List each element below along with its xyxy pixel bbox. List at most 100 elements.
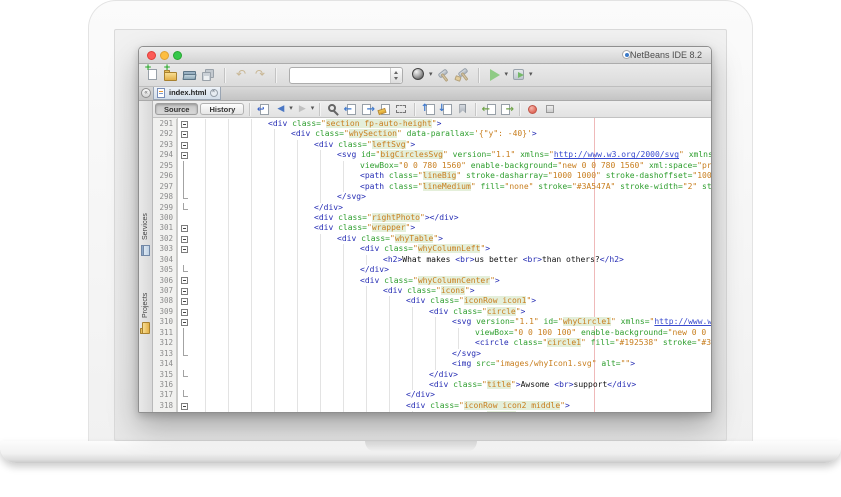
code-line[interactable]: 299</div> <box>153 203 711 213</box>
toggle-highlight-icon[interactable] <box>377 102 392 117</box>
code-text[interactable]: <div class="whyColumnCenter"> <box>191 276 711 286</box>
sidebar-item-services[interactable]: Services <box>140 196 152 256</box>
code-line[interactable]: 298</svg> <box>153 192 711 202</box>
rect-selection-icon[interactable] <box>394 102 409 117</box>
dropdown-caret-icon[interactable]: ▾ <box>505 67 509 83</box>
code-text[interactable]: </svg> <box>191 349 711 359</box>
debug-project-icon[interactable] <box>511 67 527 83</box>
fold-box-icon[interactable] <box>177 129 191 139</box>
code-text[interactable]: <div class="whySection" data-parallax='{… <box>191 129 711 139</box>
code-text[interactable]: <img src="images/whyIcon1.svg" alt=""> <box>191 359 711 369</box>
code-text[interactable]: viewBox="0 0 780 1560" enable-background… <box>191 161 711 171</box>
combo-stepper-icon[interactable] <box>390 68 402 83</box>
fold-box-icon[interactable] <box>177 411 191 412</box>
code-text[interactable]: </div> <box>191 203 711 213</box>
jump-back-icon[interactable]: ◀ <box>273 102 288 117</box>
undo-icon[interactable]: ↶ <box>233 67 249 83</box>
find-icon[interactable] <box>326 102 341 117</box>
run-project-icon[interactable] <box>487 67 503 83</box>
close-window-button[interactable] <box>147 51 156 60</box>
code-text[interactable]: <div class="whyTable"> <box>191 234 711 244</box>
code-line[interactable]: 301<div class="wrapper"> <box>153 223 711 233</box>
code-text[interactable]: </div> <box>191 370 711 380</box>
fold-box-icon[interactable] <box>177 296 191 306</box>
code-line[interactable]: 304<h2>What makes <br>us better <br>than… <box>153 255 711 265</box>
shift-left-icon[interactable]: ← <box>482 102 497 117</box>
code-line[interactable]: 296<path class="lineBig" stroke-dasharra… <box>153 171 711 181</box>
shift-right-icon[interactable]: → <box>499 102 514 117</box>
fold-box-icon[interactable] <box>177 150 191 160</box>
code-text[interactable]: <div class="whyColumnLeft"> <box>191 244 711 254</box>
code-line[interactable]: 318<div class="iconRow icon2 middle"> <box>153 401 711 411</box>
code-text[interactable]: <h2>What makes <br>us better <br>than ot… <box>191 255 711 265</box>
stop-macro-icon[interactable] <box>543 102 558 117</box>
code-line[interactable]: 291<div class="section fp-auto-height"> <box>153 119 711 129</box>
code-line[interactable]: 308<div class="iconRow icon1"> <box>153 296 711 306</box>
code-text[interactable]: <div class="title">Awsome <br>support</d… <box>191 380 711 390</box>
fold-box-icon[interactable] <box>177 286 191 296</box>
zoom-window-button[interactable] <box>173 51 182 60</box>
fold-box-icon[interactable] <box>177 119 191 129</box>
code-text[interactable]: <div class="icons"> <box>191 286 711 296</box>
fold-box-icon[interactable] <box>177 317 191 327</box>
fold-box-icon[interactable] <box>177 223 191 233</box>
dropdown-caret-icon[interactable]: ▾ <box>289 101 293 117</box>
code-line[interactable]: 295viewBox="0 0 780 1560" enable-backgro… <box>153 161 711 171</box>
code-text[interactable]: <div class="section fp-auto-height"> <box>191 119 711 129</box>
code-line[interactable]: 294<svg id="bigCirclesSvg" version="1.1"… <box>153 150 711 160</box>
fold-box-icon[interactable] <box>177 244 191 254</box>
code-text[interactable]: <path class="lineBig" stroke-dasharray="… <box>191 171 711 181</box>
minimize-window-button[interactable] <box>160 51 169 60</box>
browser-config-icon[interactable] <box>411 67 427 83</box>
code-text[interactable]: <div class="circle"> <box>191 307 711 317</box>
code-line[interactable]: 313</svg> <box>153 349 711 359</box>
title-bar[interactable]: NetBeans IDE 8.2 <box>139 47 711 64</box>
save-all-icon[interactable] <box>201 67 217 83</box>
code-line[interactable]: 297<path class="lineMedium" fill="none" … <box>153 182 711 192</box>
code-text[interactable]: <div class="wrapper"> <box>191 223 711 233</box>
code-line[interactable]: 303<div class="whyColumnLeft"> <box>153 244 711 254</box>
build-project-icon[interactable] <box>436 67 452 83</box>
last-edit-position-icon[interactable]: ↩ <box>256 102 271 117</box>
jump-forward-icon[interactable]: ▶ <box>295 102 310 117</box>
code-line[interactable]: 306<div class="whyColumnCenter"> <box>153 276 711 286</box>
tab-index-html[interactable]: index.html × <box>153 87 221 100</box>
code-line[interactable]: 319<div class="circle"> <box>153 411 711 412</box>
find-previous-icon[interactable]: ← <box>343 102 358 117</box>
code-text[interactable]: </svg> <box>191 192 711 202</box>
code-line[interactable]: 311viewBox="0 0 100 100" enable-backgrou… <box>153 328 711 338</box>
record-macro-icon[interactable] <box>526 102 541 117</box>
code-line[interactable]: 292<div class="whySection" data-parallax… <box>153 129 711 139</box>
code-line[interactable]: 310<svg version="1.1" id="whyCircle1" xm… <box>153 317 711 327</box>
toggle-bookmark-icon[interactable] <box>455 102 470 117</box>
code-text[interactable]: viewBox="0 0 100 100" enable-background=… <box>191 328 711 338</box>
sidebar-item-projects[interactable]: Projects <box>140 274 152 334</box>
source-view-button[interactable]: Source <box>155 103 198 115</box>
code-text[interactable]: <svg version="1.1" id="whyCircle1" xmlns… <box>191 317 711 327</box>
code-line[interactable]: 305</div> <box>153 265 711 275</box>
open-project-icon[interactable] <box>182 67 198 83</box>
code-text[interactable]: </div> <box>191 265 711 275</box>
fold-box-icon[interactable] <box>177 140 191 150</box>
tab-close-icon[interactable]: × <box>210 89 218 97</box>
code-editor[interactable]: 291<div class="section fp-auto-height">2… <box>153 118 711 412</box>
fold-box-icon[interactable] <box>177 307 191 317</box>
code-line[interactable]: 314<img src="images/whyIcon1.svg" alt=""… <box>153 359 711 369</box>
window-group-button[interactable]: « <box>141 88 151 98</box>
code-line[interactable]: 302<div class="whyTable"> <box>153 234 711 244</box>
code-text[interactable]: <div class="rightPhoto"></div> <box>191 213 711 223</box>
code-line[interactable]: 316<div class="title">Awsome <br>support… <box>153 380 711 390</box>
history-view-button[interactable]: History <box>200 103 244 115</box>
redo-icon[interactable]: ↷ <box>252 67 268 83</box>
code-line[interactable]: 315</div> <box>153 370 711 380</box>
find-next-icon[interactable]: → <box>360 102 375 117</box>
code-line[interactable]: 317</div> <box>153 390 711 400</box>
code-text[interactable]: <div class="circle"> <box>191 411 711 412</box>
code-line[interactable]: 309<div class="circle"> <box>153 307 711 317</box>
code-text[interactable]: <path class="lineMedium" fill="none" str… <box>191 182 711 192</box>
code-line[interactable]: 293<div class="leftSvg"> <box>153 140 711 150</box>
new-file-icon[interactable]: + <box>144 67 160 83</box>
fold-box-icon[interactable] <box>177 401 191 411</box>
code-line[interactable]: 312<circle class="circle1" fill="#192538… <box>153 338 711 348</box>
configuration-combo[interactable] <box>289 67 403 84</box>
